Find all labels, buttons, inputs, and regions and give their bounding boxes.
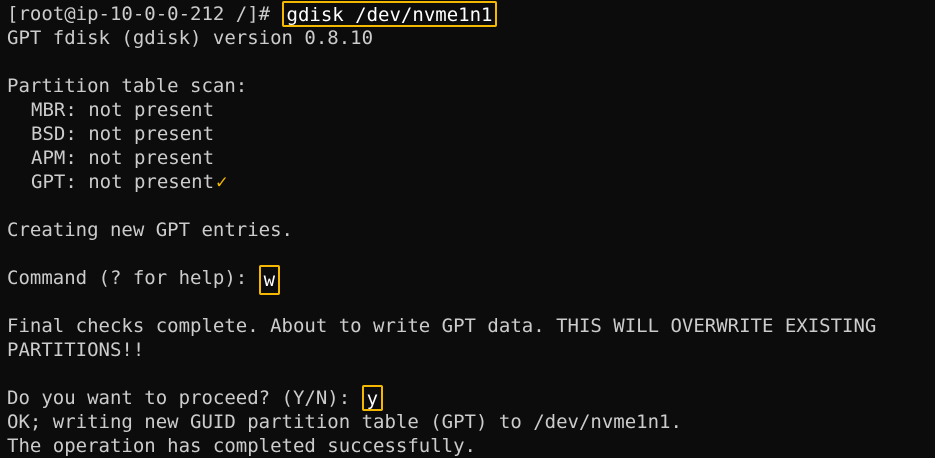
proceed-prompt: Do you want to proceed? (Y/N):: [7, 387, 362, 409]
command-prompt: Command (? for help):: [7, 267, 259, 289]
terminal-output: [root@ip-10-0-0-212 /]# gdisk /dev/nvme1…: [7, 1, 935, 458]
scan-gpt-line: GPT: not present ✓: [7, 170, 935, 194]
version-line: GPT fdisk (gdisk) version 0.8.10: [7, 27, 374, 49]
done-line: The operation has completed successfully…: [7, 435, 476, 457]
scan-mbr: MBR: not present: [31, 99, 215, 121]
ok-line: OK; writing new GUID partition table (GP…: [7, 411, 682, 433]
scan-header: Partition table scan:: [7, 75, 248, 97]
highlighted-input-w: w: [258, 265, 281, 295]
shell-prompt: [root@ip-10-0-0-212 /]#: [7, 3, 282, 25]
scan-gpt: GPT: not present: [31, 171, 215, 193]
check-icon: ✓: [216, 171, 228, 193]
final-check-line-1: Final checks complete. About to write GP…: [7, 315, 877, 337]
prompt-line: [root@ip-10-0-0-212 /]# gdisk /dev/nvme1…: [7, 1, 935, 27]
scan-bsd: BSD: not present: [31, 123, 215, 145]
creating-line: Creating new GPT entries.: [7, 219, 293, 241]
highlighted-command: gdisk /dev/nvme1n1: [281, 1, 498, 27]
highlighted-input-y: y: [361, 385, 384, 411]
proceed-prompt-line: Do you want to proceed? (Y/N): y: [7, 385, 935, 411]
final-check-line-2: PARTITIONS!!: [7, 339, 145, 361]
scan-apm: APM: not present: [31, 147, 215, 169]
command-prompt-line: Command (? for help): w: [7, 265, 935, 295]
